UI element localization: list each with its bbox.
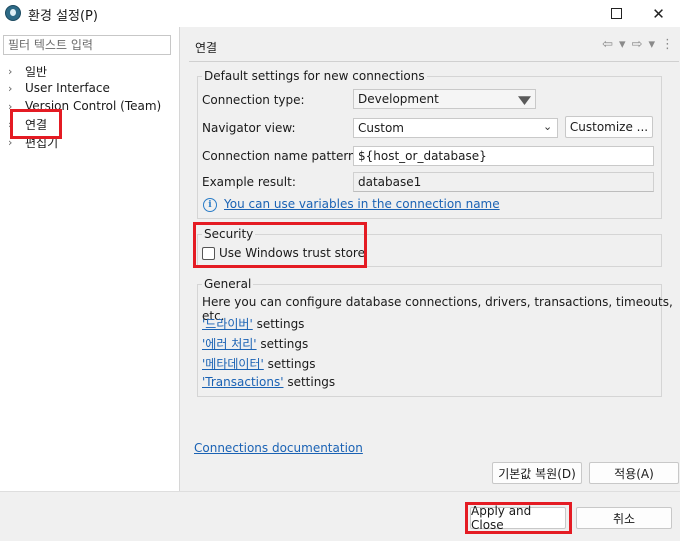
variables-help-link[interactable]: You can use variables in the connection … [224,197,500,211]
chevron-down-icon[interactable]: ▾ [648,37,655,52]
example-result-label: Example result: [202,175,296,189]
preferences-window: 환경 설정(P) ✕ › 일반 › User Interface › Versi… [0,0,680,541]
metadata-settings-row: '메타데이터' settings [202,355,315,372]
name-pattern-input[interactable]: ${host_or_database} [353,146,654,166]
highlight-box-connections [10,109,62,139]
connection-type-value: Development [358,92,439,106]
chevron-down-icon[interactable]: ▾ [619,37,626,52]
app-logo-icon [5,5,21,21]
maximize-button[interactable] [594,0,639,27]
navigator-view-value: Custom [358,121,404,135]
highlight-box-apply-close [465,502,572,534]
connections-documentation-link[interactable]: Connections documentation [194,441,363,455]
info-icon: i [203,198,217,212]
navigator-view-label: Navigator view: [202,121,296,135]
close-button[interactable]: ✕ [636,0,680,27]
cancel-button[interactable]: 취소 [576,507,672,529]
transactions-settings-row: 'Transactions' settings [202,375,335,389]
navigator-view-select[interactable]: Custom ⌄ [353,118,558,138]
page-title: 연결 [195,41,218,55]
error-handling-settings-link[interactable]: '에러 처리' [202,337,257,351]
apply-button[interactable]: 적용(A) [589,462,679,484]
tree-item-general[interactable]: › 일반 [8,62,47,80]
preferences-page: 연결 ⇦ ▾ ⇨ ▾ ⋮ Default settings for new co… [181,27,680,491]
settings-suffix: settings [256,337,309,351]
page-navigation: ⇦ ▾ ⇨ ▾ ⋮ [602,37,674,52]
metadata-settings-link[interactable]: '메타데이터' [202,357,264,371]
window-title: 환경 설정(P) [28,9,98,24]
customize-button[interactable]: Customize ... [565,116,653,138]
connection-type-label: Connection type: [202,93,305,107]
title-bar: 환경 설정(P) ✕ [0,0,680,27]
maximize-icon [611,8,622,19]
header-divider [189,61,679,62]
connection-type-select[interactable]: Development [353,89,536,109]
chevron-right-icon[interactable]: › [8,65,22,78]
more-menu-icon[interactable]: ⋮ [661,37,674,52]
preferences-tree-pane: › 일반 › User Interface › Version Control … [0,27,180,491]
drivers-settings-link[interactable]: '드라이버' [202,317,253,331]
settings-suffix: settings [263,357,316,371]
drivers-settings-row: '드라이버' settings [202,315,304,332]
back-arrow-icon[interactable]: ⇦ [602,37,613,52]
filter-input[interactable] [3,35,171,55]
tree-item-label: 일반 [25,64,48,79]
settings-suffix: settings [283,375,336,389]
group-legend: General [204,277,252,291]
forward-arrow-icon[interactable]: ⇨ [632,37,643,52]
settings-suffix: settings [252,317,305,331]
tree-item-label: User Interface [25,81,110,95]
restore-defaults-button[interactable]: 기본값 복원(D) [492,462,582,484]
chevron-down-icon: ⌄ [543,120,553,133]
group-legend: Default settings for new connections [204,69,425,83]
highlight-box-security [193,222,367,268]
transactions-settings-link[interactable]: 'Transactions' [202,375,284,389]
error-handling-settings-row: '에러 처리' settings [202,335,308,352]
dropdown-arrow-icon [518,96,531,105]
chevron-right-icon[interactable]: › [8,82,22,95]
example-result-value: database1 [353,172,654,192]
tree-item-user-interface[interactable]: › User Interface [8,79,110,97]
close-icon: ✕ [652,4,665,23]
name-pattern-label: Connection name pattern: [202,149,360,163]
